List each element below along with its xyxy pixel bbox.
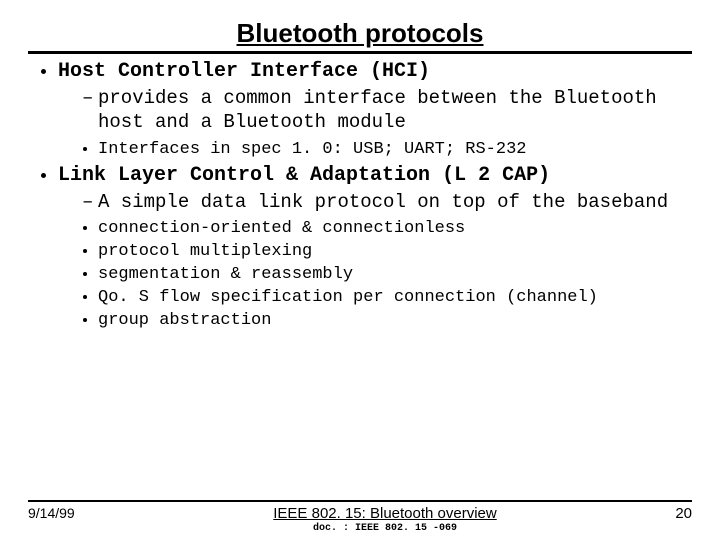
title-rule bbox=[28, 51, 692, 54]
dot-item: Qo. S flow specification per connection … bbox=[98, 287, 692, 309]
dot-item: segmentation & reassembly bbox=[98, 264, 692, 286]
footer-date: 9/14/99 bbox=[28, 505, 118, 521]
footer-row: 9/14/99 IEEE 802. 15: Bluetooth overview… bbox=[28, 505, 692, 534]
section-hci: Host Controller Interface (HCI) provides… bbox=[58, 60, 692, 161]
dash-item: provides a common interface between the … bbox=[82, 86, 692, 135]
footer-title: IEEE 802. 15: Bluetooth overview bbox=[118, 505, 652, 522]
footer-doc: doc. : IEEE 802. 15 -069 bbox=[118, 523, 652, 534]
footer: 9/14/99 IEEE 802. 15: Bluetooth overview… bbox=[0, 500, 720, 534]
dot-list: connection-oriented & connectionless pro… bbox=[58, 218, 692, 332]
dot-item: group abstraction bbox=[98, 310, 692, 332]
slide-title: Bluetooth protocols bbox=[28, 18, 692, 49]
section-heading: Link Layer Control & Adaptation (L 2 CAP… bbox=[58, 164, 550, 187]
page-number: 20 bbox=[652, 505, 692, 522]
dot-list: Interfaces in spec 1. 0: USB; UART; RS-2… bbox=[58, 139, 692, 161]
slide: Bluetooth protocols Host Controller Inte… bbox=[0, 0, 720, 540]
dash-item: A simple data link protocol on top of th… bbox=[82, 190, 692, 214]
section-heading: Host Controller Interface (HCI) bbox=[58, 60, 430, 83]
dot-item: connection-oriented & connectionless bbox=[98, 218, 692, 240]
dot-item: Interfaces in spec 1. 0: USB; UART; RS-2… bbox=[98, 139, 692, 161]
dot-item: protocol multiplexing bbox=[98, 241, 692, 263]
footer-rule bbox=[28, 500, 692, 502]
dash-list: A simple data link protocol on top of th… bbox=[58, 190, 692, 214]
section-l2cap: Link Layer Control & Adaptation (L 2 CAP… bbox=[58, 164, 692, 333]
footer-center: IEEE 802. 15: Bluetooth overview doc. : … bbox=[118, 505, 652, 534]
dash-list: provides a common interface between the … bbox=[58, 86, 692, 135]
bullet-list: Host Controller Interface (HCI) provides… bbox=[28, 60, 692, 333]
